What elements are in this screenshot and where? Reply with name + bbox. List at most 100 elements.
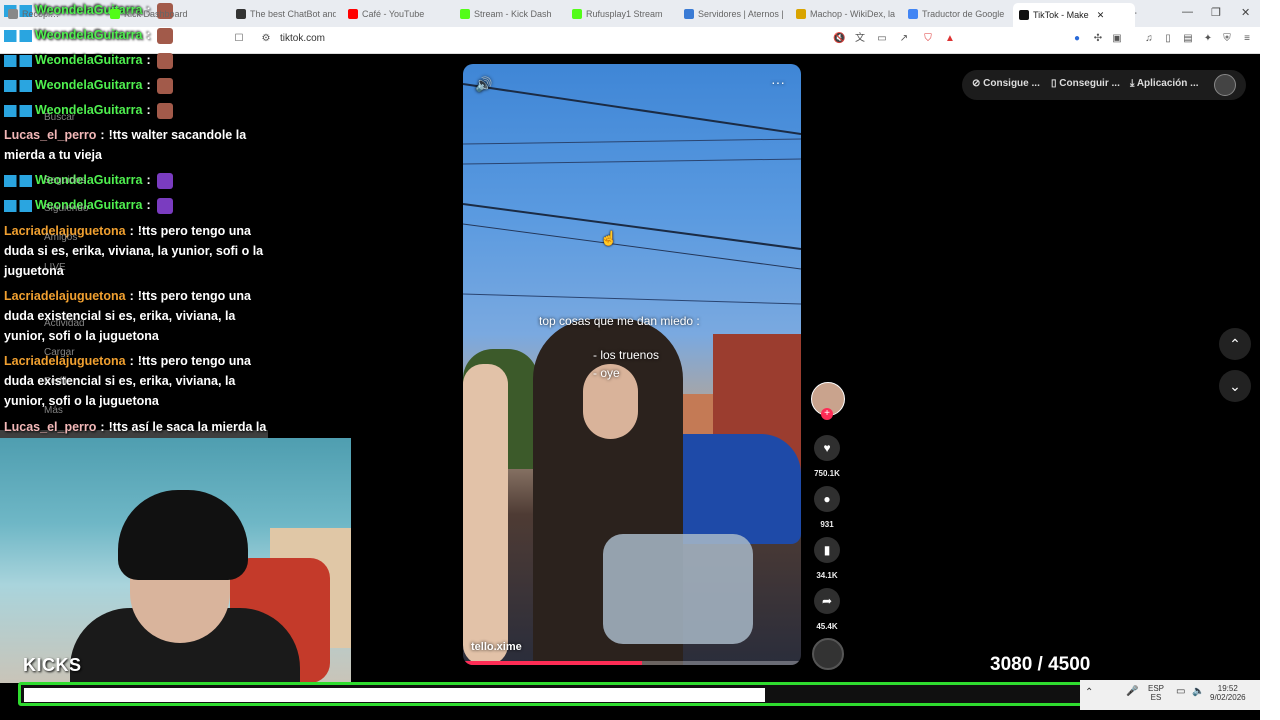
rewards-icon[interactable]: ▲ <box>944 33 956 45</box>
comment-button[interactable]: ● <box>814 486 840 512</box>
clock-time: 19:52 <box>1217 684 1238 693</box>
tab-label: TikTok - Make <box>1033 10 1089 20</box>
get-coins-button[interactable]: ⊘ Consigue ... <box>972 78 1040 89</box>
tab-label: Traductor de Google <box>922 8 1005 19</box>
tab-favicon-icon <box>572 8 582 19</box>
tab-search-icon[interactable]: ▣ <box>1111 33 1123 45</box>
browser-tab[interactable]: Traductor de Google <box>908 4 1008 23</box>
share-count: 45.4K <box>816 622 838 631</box>
chat-badge-icon <box>4 54 32 67</box>
sidebar-item[interactable]: Seguidos <box>44 175 86 186</box>
tab-label: Machop - WikiDex, la <box>810 8 896 19</box>
brave-shield-icon[interactable]: ⛉ <box>922 33 934 45</box>
video-caption-line: - los truenos <box>593 348 660 362</box>
browser-tab[interactable]: Machop - WikiDex, la <box>796 4 896 23</box>
sidebar-item[interactable]: LIVE <box>44 262 66 273</box>
chat-separator: : <box>146 198 151 212</box>
sidebar-icon[interactable]: ▯ <box>1162 33 1174 45</box>
sidebar-item[interactable]: Siguiendo <box>44 203 88 214</box>
chat-separator: : <box>146 103 151 117</box>
tab-label: Café - YouTube <box>362 8 425 19</box>
streamer-hair <box>118 490 248 580</box>
speaker-icon[interactable]: 🔈 <box>1192 686 1204 697</box>
like-button[interactable]: ♥ <box>814 435 840 461</box>
url-field[interactable]: tiktok.com <box>280 33 325 44</box>
browser-tab[interactable]: TikTok - Make ✕ <box>1013 3 1135 27</box>
share-button[interactable]: ➦ <box>814 588 840 614</box>
sidebar-item[interactable]: Perfil <box>44 376 67 387</box>
save-count: 34.1K <box>816 571 838 580</box>
browser-tab[interactable]: Stream - Kick Dash <box>460 4 560 23</box>
network-icon[interactable]: ▭ <box>1176 686 1185 697</box>
clock[interactable]: 19:52 9/02/2026 <box>1210 684 1246 702</box>
comment-count: 931 <box>820 520 834 529</box>
browser-tab[interactable]: Café - YouTube <box>348 4 448 23</box>
chat-badge-icon <box>4 104 32 117</box>
close-tab-icon[interactable]: ✕ <box>1097 10 1105 21</box>
chat-username[interactable]: Lacriadelajuguetona <box>4 289 126 303</box>
keyboard-code: ES <box>1150 693 1162 702</box>
language-indicator[interactable]: ESP ES <box>1148 684 1164 702</box>
sidebar-item[interactable]: Actividad <box>44 318 85 329</box>
chat-username[interactable]: WeondelaGuitarra <box>35 53 142 67</box>
translate-icon[interactable]: 文 <box>854 33 866 45</box>
chat-emote-icon <box>156 172 173 189</box>
next-video-button[interactable]: ⌄ <box>1219 370 1251 402</box>
tray-expand-icon[interactable]: ⌃ <box>1085 687 1093 698</box>
profile-avatar[interactable] <box>1214 74 1236 96</box>
chat-separator: : <box>129 224 134 238</box>
mute-site-icon[interactable]: 🔇 <box>833 33 845 45</box>
previous-video-button[interactable]: ⌃ <box>1219 328 1251 360</box>
cast-icon[interactable]: ▭ <box>876 33 888 45</box>
chat-username[interactable]: WeondelaGuitarra <box>35 78 142 92</box>
bookmark-icon: ▮ <box>823 543 831 557</box>
sidebar-item[interactable]: Buscar <box>44 112 75 123</box>
share-icon[interactable]: ↗ <box>898 33 910 45</box>
microphone-icon[interactable]: 🎤 <box>1126 686 1138 697</box>
desktop-app-button[interactable]: ⤓ Aplicación ... <box>1130 78 1199 89</box>
chat-emote-icon <box>156 197 173 214</box>
video-progress-bar[interactable] <box>463 661 801 665</box>
follow-plus-icon[interactable]: + <box>821 408 833 420</box>
sidebar-item[interactable]: Amigos <box>44 232 77 243</box>
sound-disc[interactable] <box>812 638 844 670</box>
volume-icon[interactable]: 🔊 <box>475 76 492 93</box>
window-edge <box>1260 0 1280 720</box>
puzzle-icon[interactable]: ✣ <box>1092 33 1104 45</box>
chat-username[interactable]: Lucas_el_perro <box>4 420 96 434</box>
browser-tab[interactable]: Rufusplay1 Stream <box>572 4 672 23</box>
minimize-button[interactable]: — <box>1182 6 1193 18</box>
chat-username[interactable]: Lucas_el_perro <box>4 128 96 142</box>
ai-icon[interactable]: ✦ <box>1202 33 1214 45</box>
chat-badge-icon <box>4 29 32 42</box>
close-window-button[interactable]: ✕ <box>1241 6 1250 19</box>
get-app-button[interactable]: ▯ Conseguir ... <box>1051 78 1120 89</box>
stream-chat-overlay: WeondelaGuitarra: WeondelaGuitarra: Weonde… <box>0 0 270 456</box>
tab-label: Recopi… <box>22 8 60 19</box>
browser-tab[interactable]: Kick Dashboard <box>110 4 220 23</box>
chat-message: WeondelaGuitarra: <box>4 25 270 45</box>
chat-emote-icon <box>156 77 173 94</box>
sidebar-item[interactable]: Cargar <box>44 347 75 358</box>
tab-favicon-icon <box>236 8 246 19</box>
save-button[interactable]: ▮ <box>814 537 840 563</box>
browser-tab[interactable]: The best ChatBot and <box>236 4 336 23</box>
vpn-icon[interactable]: ⛨ <box>1221 33 1233 45</box>
restore-button[interactable]: ❐ <box>1211 6 1221 19</box>
music-icon[interactable]: ♫ <box>1143 33 1155 45</box>
author-username[interactable]: tello.xime <box>471 641 522 653</box>
video-player[interactable]: 🔊 ··· top cosas que me dan miedo : - los… <box>463 64 801 665</box>
chat-message: Lacriadelajuguetona: !tts pero tengo una … <box>4 286 270 346</box>
browser-tab[interactable]: Servidores | Aternos | E <box>684 4 784 23</box>
wallet-icon[interactable]: ▤ <box>1182 33 1194 45</box>
extension-icon[interactable]: ● <box>1071 33 1083 45</box>
browser-tab[interactable]: Recopi… <box>8 4 68 23</box>
sidebar-item[interactable]: Más <box>44 405 63 416</box>
chat-message: WeondelaGuitarra: <box>4 50 270 70</box>
chat-separator: : <box>146 173 151 187</box>
chat-separator: : <box>100 128 105 142</box>
more-options-button[interactable]: ··· <box>771 74 785 90</box>
chat-username[interactable]: WeondelaGuitarra <box>35 28 142 42</box>
menu-icon[interactable]: ≡ <box>1241 33 1253 45</box>
chat-separator: : <box>146 53 151 67</box>
